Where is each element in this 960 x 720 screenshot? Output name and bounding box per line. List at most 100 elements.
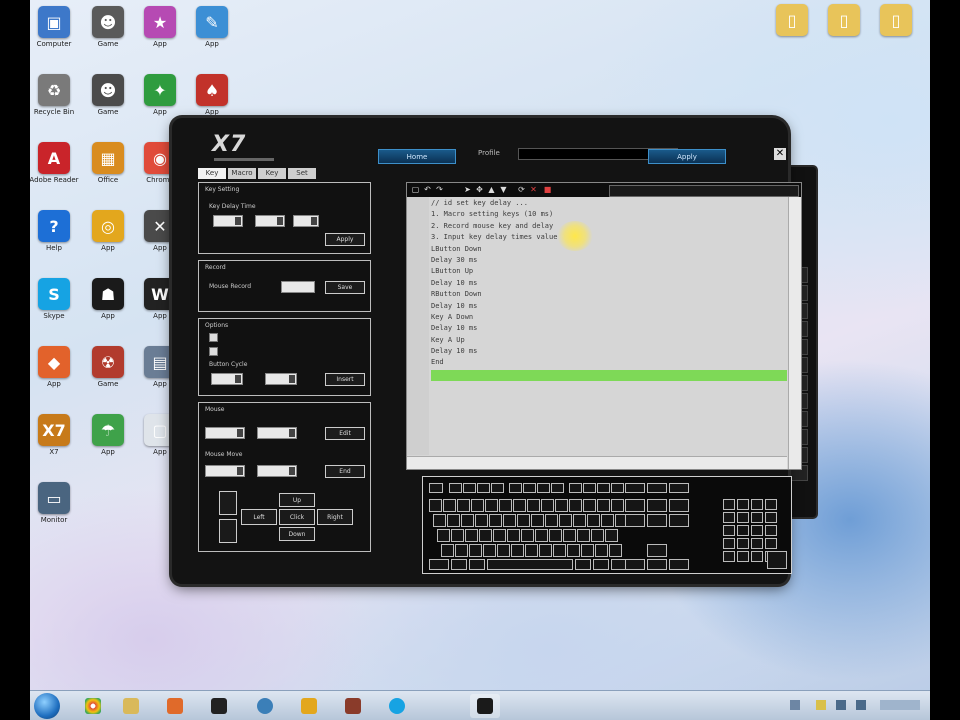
tab-4[interactable]: Set bbox=[288, 168, 316, 179]
keyboard-key[interactable] bbox=[605, 529, 618, 542]
keyboard-key[interactable] bbox=[535, 529, 548, 542]
move-icon[interactable]: ✥ bbox=[475, 185, 484, 194]
keyboard-key[interactable] bbox=[437, 529, 450, 542]
keyboard-key[interactable] bbox=[723, 499, 735, 510]
keyboard-key[interactable] bbox=[765, 538, 777, 549]
desktop-icon[interactable]: ☂ App bbox=[78, 414, 138, 456]
keyboard-key[interactable] bbox=[625, 499, 645, 512]
key-dropdown[interactable] bbox=[213, 215, 243, 227]
macro-editor[interactable]: ▢ ↶ ↷ ➤ ✥ ▲ ▼ ⟳ ✕ ■ // id set key delay … bbox=[406, 182, 802, 470]
keyboard-key[interactable] bbox=[751, 551, 763, 562]
button-dropdown[interactable] bbox=[211, 373, 243, 385]
macro-line[interactable]: LButton Down bbox=[431, 245, 787, 256]
keyboard-key[interactable] bbox=[475, 514, 488, 527]
desktop-icon[interactable]: ♻ Recycle Bin bbox=[30, 74, 84, 116]
desktop-icon[interactable]: ♠ App bbox=[182, 74, 242, 116]
macro-line[interactable]: RButton Down bbox=[431, 290, 787, 301]
keyboard-key[interactable] bbox=[723, 512, 735, 523]
keyboard-key[interactable] bbox=[545, 514, 558, 527]
taskbar-game[interactable] bbox=[338, 694, 368, 718]
keyboard-key[interactable] bbox=[583, 483, 596, 493]
macro-line[interactable]: Delay 30 ms bbox=[431, 256, 787, 267]
keyboard-key[interactable] bbox=[591, 529, 604, 542]
taskbar-explorer[interactable] bbox=[116, 694, 146, 718]
edit-button[interactable]: Edit bbox=[325, 427, 365, 440]
up-icon[interactable]: ▲ bbox=[487, 185, 496, 194]
keyboard-key[interactable] bbox=[751, 525, 763, 536]
keyboard-key[interactable] bbox=[469, 544, 482, 557]
insert-button[interactable]: Insert bbox=[325, 373, 365, 386]
macro-line[interactable]: Delay 10 ms bbox=[431, 324, 787, 335]
down-icon[interactable]: ▼ bbox=[499, 185, 508, 194]
side-button-2[interactable] bbox=[219, 519, 237, 543]
keyboard-key[interactable] bbox=[669, 514, 689, 527]
keyboard-key[interactable] bbox=[765, 499, 777, 510]
keyboard-key[interactable] bbox=[541, 499, 554, 512]
move-up-button[interactable]: Up bbox=[279, 493, 315, 507]
tray-volume-icon[interactable] bbox=[856, 700, 866, 710]
macro-line[interactable]: Key A Up bbox=[431, 336, 787, 347]
keyboard-key[interactable] bbox=[625, 559, 645, 570]
keyboard-key[interactable] bbox=[647, 514, 667, 527]
taskbar-app2[interactable] bbox=[294, 694, 324, 718]
desktop-icon[interactable]: ✎ App bbox=[182, 6, 242, 48]
desktop-icon[interactable]: ◎ App bbox=[78, 210, 138, 252]
keyboard-key[interactable] bbox=[751, 512, 763, 523]
keyboard-key[interactable] bbox=[737, 512, 749, 523]
taskbar-music[interactable] bbox=[204, 694, 234, 718]
macro-line[interactable]: 3. Input key delay times value bbox=[431, 233, 787, 244]
keyboard-key[interactable] bbox=[451, 559, 467, 570]
keyboard-key[interactable] bbox=[751, 538, 763, 549]
keyboard-key[interactable] bbox=[647, 499, 667, 512]
keyboard-key[interactable] bbox=[767, 551, 787, 569]
new-icon[interactable]: ▢ bbox=[411, 185, 420, 194]
desktop-icon[interactable]: ☻ Game bbox=[78, 74, 138, 116]
start-button[interactable] bbox=[34, 693, 60, 719]
keyboard-key[interactable] bbox=[555, 499, 568, 512]
keyboard-key[interactable] bbox=[479, 529, 492, 542]
keyboard-key[interactable] bbox=[465, 529, 478, 542]
mouse-x-field[interactable] bbox=[205, 427, 245, 439]
keyboard-key[interactable] bbox=[737, 551, 749, 562]
taskbar-chrome[interactable] bbox=[78, 694, 108, 718]
desktop-icon[interactable]: ▯ bbox=[866, 4, 926, 38]
desktop-icon[interactable]: ☻ Game bbox=[78, 6, 138, 48]
macro-line[interactable]: Delay 10 ms bbox=[431, 347, 787, 358]
keyboard-key[interactable] bbox=[429, 559, 449, 570]
keyboard-key[interactable] bbox=[581, 544, 594, 557]
undo-icon[interactable]: ↶ bbox=[423, 185, 432, 194]
keyboard-key[interactable] bbox=[521, 529, 534, 542]
keyboard-key[interactable] bbox=[449, 483, 462, 493]
desktop-icon[interactable]: ▦ Office bbox=[78, 142, 138, 184]
keyboard-key[interactable] bbox=[509, 483, 522, 493]
close-icon[interactable]: ✕ bbox=[774, 148, 786, 160]
keyboard-key[interactable] bbox=[601, 514, 614, 527]
apply-button[interactable]: Apply bbox=[325, 233, 365, 246]
keyboard-key[interactable] bbox=[669, 499, 689, 512]
keyboard-key[interactable] bbox=[573, 514, 586, 527]
keyboard-key[interactable] bbox=[429, 483, 443, 493]
mouse-y-field[interactable] bbox=[257, 427, 297, 439]
tray-flag-icon[interactable] bbox=[816, 700, 826, 710]
keyboard-key[interactable] bbox=[549, 529, 562, 542]
keyboard-key[interactable] bbox=[737, 538, 749, 549]
keyboard-key[interactable] bbox=[647, 483, 667, 493]
keyboard-key[interactable] bbox=[567, 544, 580, 557]
desktop-icon[interactable]: ▯ bbox=[814, 4, 874, 38]
keyboard-key[interactable] bbox=[525, 544, 538, 557]
macro-line[interactable]: // id set key delay ... bbox=[431, 199, 787, 210]
macro-line[interactable]: 1. Macro setting keys (10 ms) bbox=[431, 210, 787, 221]
keyboard-key[interactable] bbox=[483, 544, 496, 557]
tray-arrow-icon[interactable] bbox=[790, 700, 800, 710]
cycle-dropdown[interactable] bbox=[265, 373, 297, 385]
keyboard-key[interactable] bbox=[577, 529, 590, 542]
desktop-icon[interactable]: ▣ Computer bbox=[30, 6, 84, 48]
keyboard-key[interactable] bbox=[499, 499, 512, 512]
option-checkbox-2[interactable] bbox=[209, 347, 218, 356]
record-icon[interactable]: ■ bbox=[543, 185, 552, 194]
keyboard-key[interactable] bbox=[553, 544, 566, 557]
desktop-icon[interactable]: S Skype bbox=[30, 278, 84, 320]
desktop-icon[interactable]: ☢ Game bbox=[78, 346, 138, 388]
desktop-icon[interactable]: ☗ App bbox=[78, 278, 138, 320]
keyboard-key[interactable] bbox=[429, 499, 442, 512]
